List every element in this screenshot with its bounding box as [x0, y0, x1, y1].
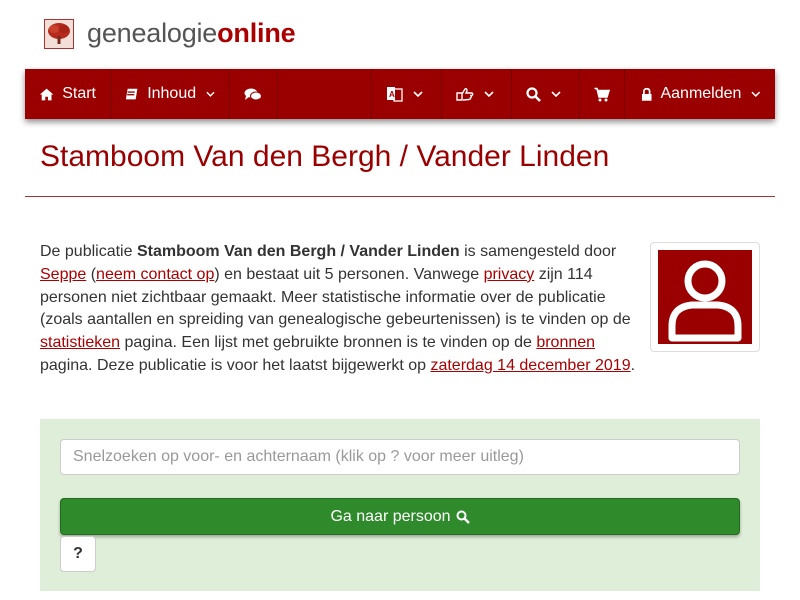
publication-name: Stamboom Van den Bergh / Vander Linden — [136, 243, 460, 260]
shopping-cart-icon — [594, 87, 610, 101]
intro-text: De publicatie — [40, 243, 137, 260]
title-divider — [25, 196, 775, 197]
user-icon — [658, 250, 752, 344]
home-icon — [39, 88, 54, 100]
nav-start-label: Start — [62, 85, 96, 102]
nav-start[interactable]: Start — [25, 69, 111, 119]
lock-icon — [641, 87, 652, 101]
publication-intro: De publicatie Stamboom Van den Bergh / V… — [40, 241, 640, 378]
chevron-down-icon — [413, 90, 423, 97]
intro-text: ( — [86, 265, 97, 283]
last-updated-link[interactable]: zaterdag 14 december 2019 — [430, 357, 630, 374]
quick-search-panel: Ga naar persoon ? — [40, 419, 760, 591]
chevron-down-icon — [484, 90, 494, 97]
chevron-down-icon — [751, 91, 761, 97]
quick-search-input[interactable] — [60, 439, 740, 475]
author-link[interactable]: Seppe — [40, 266, 86, 283]
contact-link[interactable]: neem contact op — [96, 266, 214, 283]
search-help-button[interactable]: ? — [60, 536, 96, 572]
intro-text: ) en bestaat uit 5 personen. Vanwege — [214, 265, 484, 283]
nav-search[interactable] — [512, 69, 580, 119]
intro-text: pagina. Een lijst met gebruikte bronnen … — [120, 334, 537, 352]
page-title: Stamboom Van den Bergh / Vander Linden — [40, 140, 610, 173]
comments-icon — [244, 88, 262, 100]
tree-logo-icon — [44, 18, 74, 49]
nav-contents-label: Inhoud — [147, 85, 197, 102]
chevron-down-icon — [551, 90, 561, 97]
nav-language[interactable]: A — [372, 69, 442, 119]
nav-cart[interactable] — [580, 69, 625, 119]
svg-text:A: A — [389, 90, 395, 99]
chevron-down-icon — [206, 91, 215, 97]
hand-pointer-icon — [456, 87, 474, 101]
nav-contents[interactable]: Inhoud — [111, 69, 230, 119]
nav-share[interactable] — [442, 69, 512, 119]
language-icon: A — [387, 87, 403, 102]
go-to-person-label: Ga naar persoon — [330, 507, 451, 525]
search-icon — [456, 510, 470, 524]
nav-spacer — [278, 69, 372, 119]
statistics-link[interactable]: statistieken — [40, 334, 120, 351]
book-icon — [125, 88, 138, 99]
go-to-person-button[interactable]: Ga naar persoon — [60, 498, 740, 535]
privacy-link[interactable]: privacy — [484, 266, 535, 283]
site-logo[interactable]: genealogieonline — [44, 18, 296, 49]
author-avatar[interactable] — [650, 242, 760, 352]
site-logo-text: genealogieonline — [87, 18, 296, 49]
main-navbar: Start Inhoud A Aanmelden — [25, 69, 775, 119]
logo-suffix: online — [217, 18, 296, 48]
nav-login-label: Aanmelden — [660, 85, 742, 102]
intro-text: . — [630, 356, 636, 374]
sources-link[interactable]: bronnen — [536, 334, 595, 351]
nav-forum[interactable] — [230, 69, 278, 119]
logo-prefix: genealogie — [87, 18, 218, 48]
nav-login[interactable]: Aanmelden — [625, 69, 775, 119]
search-icon — [526, 86, 541, 102]
intro-text: is samengesteld door — [459, 243, 617, 260]
intro-text: pagina. Deze publicatie is voor het laat… — [40, 356, 431, 374]
